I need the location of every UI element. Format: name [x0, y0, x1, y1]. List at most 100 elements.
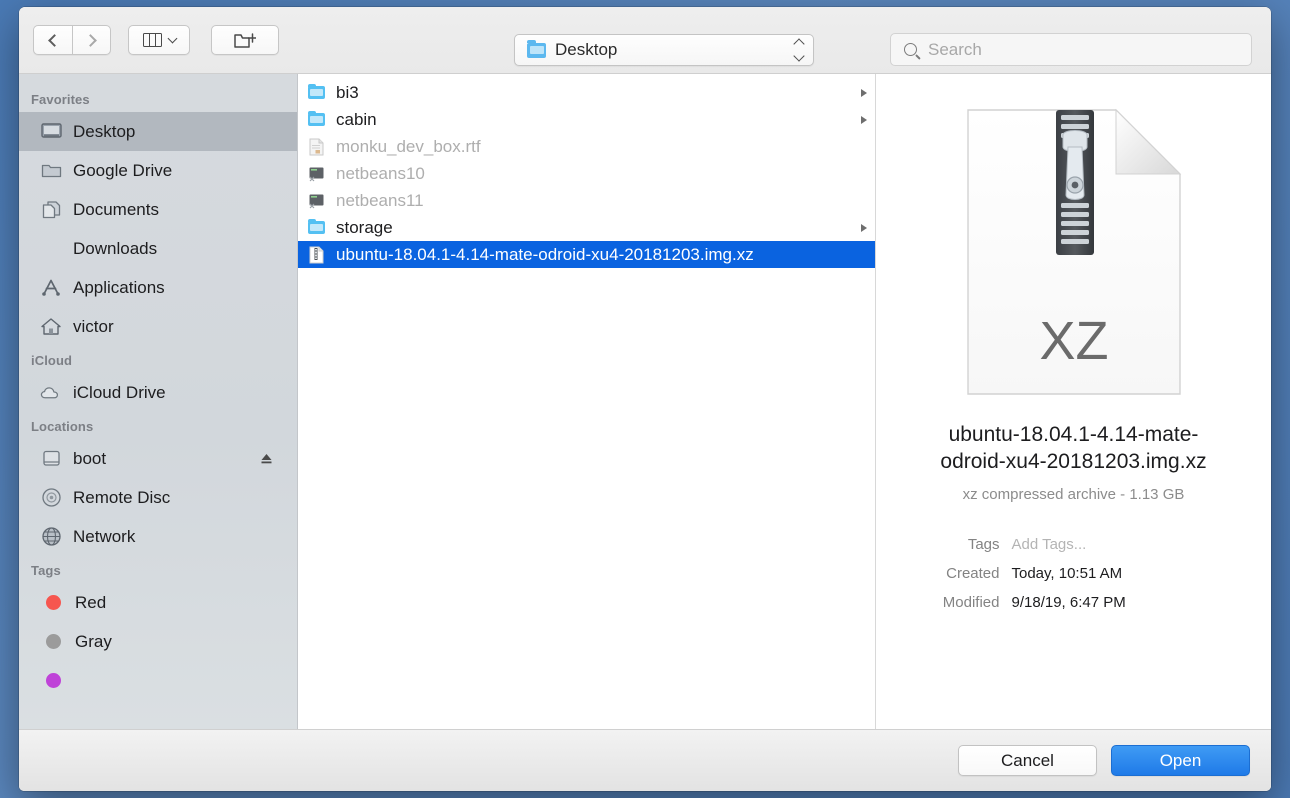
sidebar-item-label: Gray	[75, 632, 112, 652]
sidebar-tag-gray[interactable]: Gray	[19, 622, 297, 661]
disclosure-arrow-icon[interactable]	[861, 89, 867, 97]
sidebar-item-desktop[interactable]: Desktop	[19, 112, 297, 151]
folder-icon	[307, 221, 326, 234]
tag-color-dot	[46, 634, 61, 649]
desktop-icon	[40, 122, 62, 142]
forward-button[interactable]	[72, 25, 111, 55]
disclosure-arrow-icon[interactable]	[861, 116, 867, 124]
file-name: bi3	[336, 83, 359, 103]
metadata-key: Modified	[919, 593, 1012, 612]
metadata-key: Tags	[919, 535, 1012, 554]
add-tags-field[interactable]: Add Tags...	[1012, 535, 1087, 554]
toolbar: Desktop Search	[19, 7, 1271, 74]
application-icon	[307, 166, 326, 182]
file-name: storage	[336, 218, 393, 238]
sidebar-item-label: Google Drive	[73, 161, 172, 181]
new-folder-button[interactable]	[211, 25, 279, 55]
metadata-row-tags: Tags Add Tags...	[919, 535, 1229, 554]
tag-color-dot	[46, 673, 61, 688]
metadata-row-modified: Modified 9/18/19, 6:47 PM	[919, 593, 1229, 612]
column-view-icon	[143, 33, 162, 47]
file-name: ubuntu-18.04.1-4.14-mate-odroid-xu4-2018…	[336, 245, 754, 265]
sidebar-item-downloads[interactable]: Downloads	[19, 229, 297, 268]
file-name: monku_dev_box.rtf	[336, 137, 481, 157]
blank-icon	[40, 239, 62, 259]
open-button[interactable]: Open	[1111, 745, 1250, 776]
folder-icon	[307, 86, 326, 99]
sidebar-item-label: iCloud Drive	[73, 383, 166, 403]
sidebar-item-victor[interactable]: victor	[19, 307, 297, 346]
sidebar-tag-red[interactable]: Red	[19, 583, 297, 622]
table-row[interactable]: cabin	[298, 106, 875, 133]
table-row: netbeans10	[298, 160, 875, 187]
sidebar-item-remote-disc[interactable]: Remote Disc	[19, 478, 297, 517]
sidebar-item-documents[interactable]: Documents	[19, 190, 297, 229]
sidebar-item-network[interactable]: Network	[19, 517, 297, 556]
preview-file-name: ubuntu-18.04.1-4.14-mate-odroid-xu4-2018…	[924, 421, 1224, 475]
disc-icon	[40, 488, 62, 508]
metadata-row-created: Created Today, 10:51 AM	[919, 564, 1229, 583]
sidebar-section-tags: Tags	[19, 556, 297, 583]
sidebar-item-applications[interactable]: Applications	[19, 268, 297, 307]
sidebar[interactable]: Favorites Desktop Google Driv	[19, 74, 298, 729]
sidebar-item-label: Network	[73, 527, 135, 547]
sidebar-item-label: boot	[73, 449, 106, 469]
home-icon	[40, 317, 62, 337]
open-file-dialog: Desktop Search Favorites	[19, 7, 1271, 791]
search-input[interactable]: Search	[890, 33, 1252, 66]
sidebar-item-label: Red	[75, 593, 106, 613]
documents-icon	[40, 200, 62, 220]
disclosure-arrow-icon[interactable]	[861, 224, 867, 232]
chevron-down-icon	[167, 33, 177, 43]
metadata-value: Today, 10:51 AM	[1012, 564, 1123, 583]
file-name: netbeans10	[336, 164, 425, 184]
cancel-button[interactable]: Cancel	[958, 745, 1097, 776]
file-list[interactable]: bi3 cabin monku_dev_bo	[298, 74, 876, 729]
sidebar-section-icloud: iCloud	[19, 346, 297, 373]
metadata-value: 9/18/19, 6:47 PM	[1012, 593, 1126, 612]
zip-archive-icon: XZ	[964, 107, 1184, 397]
file-name: netbeans11	[336, 191, 424, 211]
eject-button[interactable]	[260, 452, 273, 465]
drive-icon	[40, 449, 62, 469]
sidebar-item-label: Remote Disc	[73, 488, 170, 508]
sidebar-section-locations: Locations	[19, 412, 297, 439]
chevron-up-down-icon	[793, 39, 805, 61]
sidebar-item-label: Downloads	[73, 239, 157, 259]
sidebar-item-label: Applications	[73, 278, 165, 298]
search-placeholder: Search	[928, 40, 982, 60]
table-row: monku_dev_box.rtf	[298, 133, 875, 160]
chevron-left-icon	[48, 34, 61, 47]
file-name: cabin	[336, 110, 377, 130]
back-button[interactable]	[33, 25, 72, 55]
metadata-key: Created	[919, 564, 1012, 583]
navigation-buttons	[33, 25, 111, 55]
preview-metadata: Tags Add Tags... Created Today, 10:51 AM…	[919, 535, 1229, 622]
preview-file-kind: xz compressed archive - 1.13 GB	[963, 486, 1185, 503]
table-row[interactable]: ubuntu-18.04.1-4.14-mate-odroid-xu4-2018…	[298, 241, 875, 268]
rtf-document-icon	[307, 138, 326, 156]
tag-color-dot	[46, 595, 61, 610]
folder-icon	[527, 43, 546, 58]
thumbnail-label: XZ	[1039, 311, 1108, 371]
current-folder-label: Desktop	[555, 40, 793, 60]
new-folder-icon	[234, 31, 256, 49]
sidebar-item-icloud-drive[interactable]: iCloud Drive	[19, 373, 297, 412]
file-thumbnail: XZ	[964, 107, 1184, 397]
archive-icon	[307, 246, 326, 264]
view-options-button[interactable]	[128, 25, 190, 55]
cloud-icon	[40, 383, 62, 403]
sidebar-item-google-drive[interactable]: Google Drive	[19, 151, 297, 190]
sidebar-item-label: victor	[73, 317, 114, 337]
chevron-right-icon	[84, 34, 97, 47]
dialog-body: Favorites Desktop Google Driv	[19, 74, 1271, 729]
table-row[interactable]: storage	[298, 214, 875, 241]
sidebar-item-boot[interactable]: boot	[19, 439, 297, 478]
sidebar-tag-purple[interactable]	[19, 661, 297, 700]
folder-icon	[307, 113, 326, 126]
network-icon	[40, 527, 62, 547]
path-popup-button[interactable]: Desktop	[514, 34, 814, 66]
table-row[interactable]: bi3	[298, 79, 875, 106]
sidebar-item-label: Desktop	[73, 122, 135, 142]
sidebar-section-favorites: Favorites	[19, 85, 297, 112]
